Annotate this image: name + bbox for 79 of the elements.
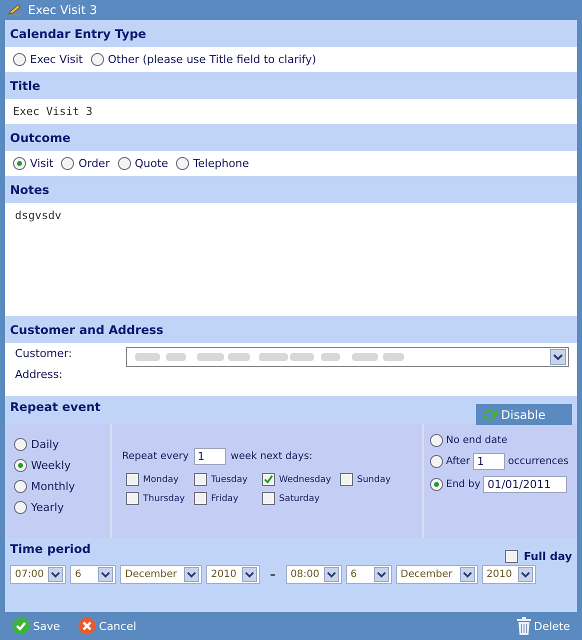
radio-button[interactable] — [14, 438, 27, 451]
occurrences-label: occurrences — [508, 456, 569, 467]
option-label: Daily — [31, 438, 59, 451]
date-dropdown[interactable]: 6 — [70, 565, 116, 584]
delete-button[interactable]: Delete — [516, 617, 570, 635]
notes-field[interactable]: dsgvsdv — [5, 203, 577, 316]
option-label: No end date — [446, 435, 508, 446]
section-heading: Customer and Address — [10, 322, 164, 336]
radio-button[interactable] — [90, 53, 104, 66]
option-label: Weekly — [31, 459, 71, 472]
checkmark-icon — [12, 617, 30, 635]
option-label: Yearly — [31, 501, 64, 514]
checkbox[interactable] — [126, 492, 139, 505]
date-dropdown[interactable]: December — [120, 565, 202, 584]
end-date-field[interactable]: 01/01/2011 — [483, 476, 568, 493]
option-label: Quote — [134, 157, 168, 170]
radio-button[interactable] — [118, 157, 131, 170]
date-dropdown[interactable]: 07:00 — [10, 565, 66, 584]
radio-button[interactable] — [13, 157, 26, 170]
checkbox[interactable] — [126, 473, 139, 486]
day-label: Wednesday — [279, 474, 332, 484]
date-dropdown[interactable]: 08:00 — [286, 565, 342, 584]
date-dropdown[interactable]: 6 — [346, 565, 392, 584]
window-title: Exec Visit 3 — [28, 3, 98, 17]
interval-label: week next days: — [230, 451, 312, 462]
radio-button[interactable] — [61, 157, 74, 170]
full-day-label: Full day — [524, 550, 572, 563]
option-label: Other (please use Title field to clarify) — [108, 53, 316, 66]
date-dropdown[interactable]: 2010 — [482, 565, 536, 584]
day-label: Monday — [143, 474, 179, 484]
refresh-icon — [482, 406, 498, 422]
day-label: Saturday — [279, 494, 320, 504]
interval-field[interactable]: 1 — [194, 448, 226, 465]
section-heading: Title — [10, 78, 40, 92]
radio-button[interactable] — [430, 434, 443, 447]
section-heading: Calendar Entry Type — [10, 26, 146, 40]
interval-label: Repeat every — [122, 451, 189, 462]
option-label: End by — [446, 479, 480, 490]
close-icon — [78, 617, 96, 635]
day-label: Tuesday — [211, 474, 248, 484]
checkbox[interactable] — [194, 473, 207, 486]
option-label: After — [446, 456, 470, 467]
option-label: Telephone — [193, 157, 250, 170]
day-label: Friday — [211, 494, 238, 504]
radio-button[interactable] — [430, 455, 443, 468]
option-label: Order — [78, 157, 110, 170]
day-label: Thursday — [143, 494, 185, 504]
range-separator: – — [270, 568, 276, 581]
disable-button[interactable]: Disable — [476, 404, 572, 425]
radio-button[interactable] — [14, 459, 27, 472]
customer-label: Customer: — [15, 347, 73, 360]
radio-button[interactable] — [176, 157, 190, 170]
radio-button[interactable] — [14, 480, 27, 493]
section-heading: Outcome — [10, 130, 70, 144]
day-label: Sunday — [357, 474, 391, 484]
occurrences-field[interactable]: 1 — [473, 453, 506, 470]
option-label: Monthly — [31, 480, 76, 493]
radio-button[interactable] — [13, 53, 26, 66]
section-heading: Repeat event — [10, 400, 100, 414]
option-label: Visit — [30, 157, 54, 170]
section-heading: Time period — [10, 542, 91, 558]
cancel-button[interactable]: Cancel — [78, 617, 136, 635]
date-dropdown[interactable]: December — [396, 565, 478, 584]
title-field[interactable]: Exec Visit 3 — [13, 105, 92, 118]
checkbox[interactable] — [262, 473, 275, 486]
checkbox[interactable] — [340, 473, 353, 486]
address-label: Address: — [15, 368, 64, 381]
trash-icon — [516, 617, 531, 635]
checkbox[interactable] — [262, 492, 275, 505]
radio-button[interactable] — [14, 501, 27, 514]
save-button[interactable]: Save — [12, 617, 60, 635]
checkbox[interactable] — [194, 492, 207, 505]
checkbox[interactable] — [504, 550, 518, 563]
customer-dropdown[interactable] — [126, 347, 569, 367]
date-dropdown[interactable]: 2010 — [206, 565, 260, 584]
radio-button[interactable] — [430, 478, 443, 491]
option-label: Exec Visit — [30, 53, 83, 66]
section-heading: Notes — [10, 182, 50, 196]
pencil-icon — [8, 4, 22, 16]
